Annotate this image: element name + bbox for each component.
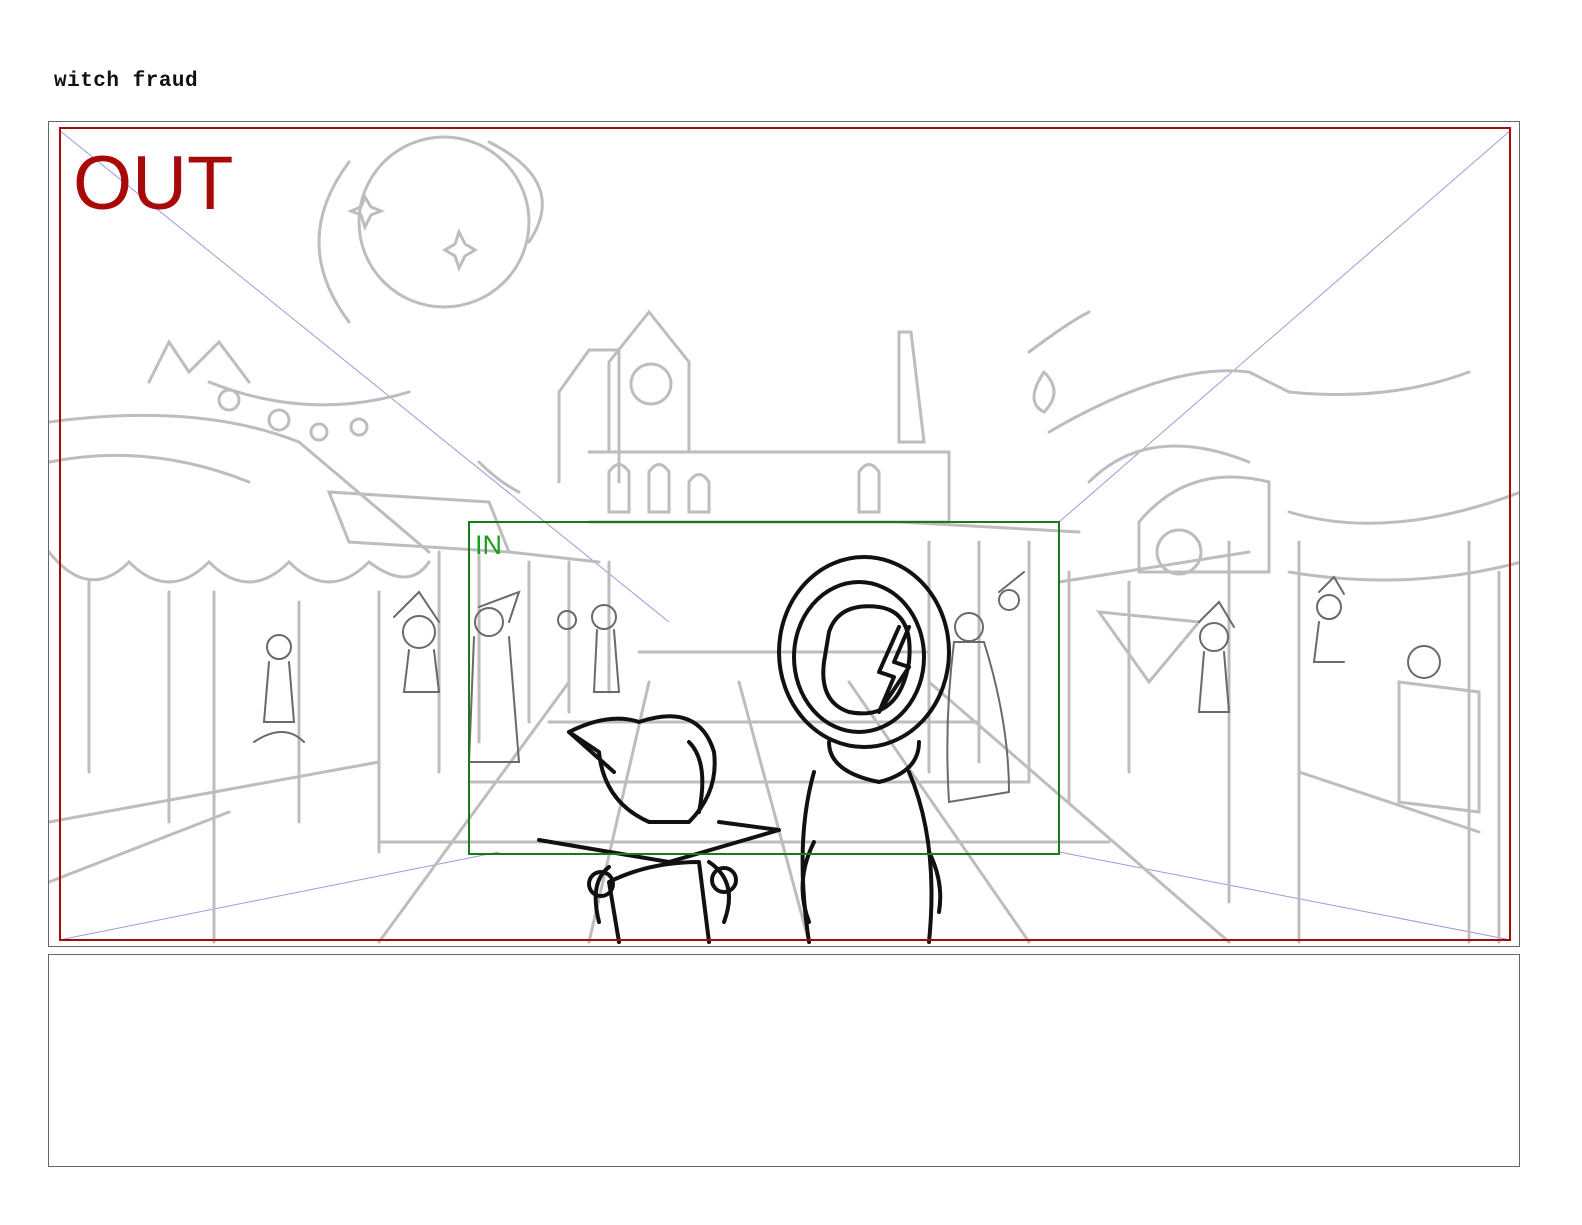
background-characters [253,571,1441,804]
panel-sketch [49,127,1519,944]
perspective-guides [58,129,1512,941]
storyboard-title: witch fraud [54,70,199,93]
panel-notes-box[interactable] [48,954,1520,1167]
market-street-sketch [49,135,1519,944]
witch-hat [567,714,717,824]
frame-in-label: IN [475,530,502,560]
frame-out-label: OUT [73,141,234,226]
storyboard-panel: OUT IN [48,121,1520,947]
foreground-characters [537,555,951,944]
frame-out [59,127,1511,941]
frame-in [468,521,1060,855]
